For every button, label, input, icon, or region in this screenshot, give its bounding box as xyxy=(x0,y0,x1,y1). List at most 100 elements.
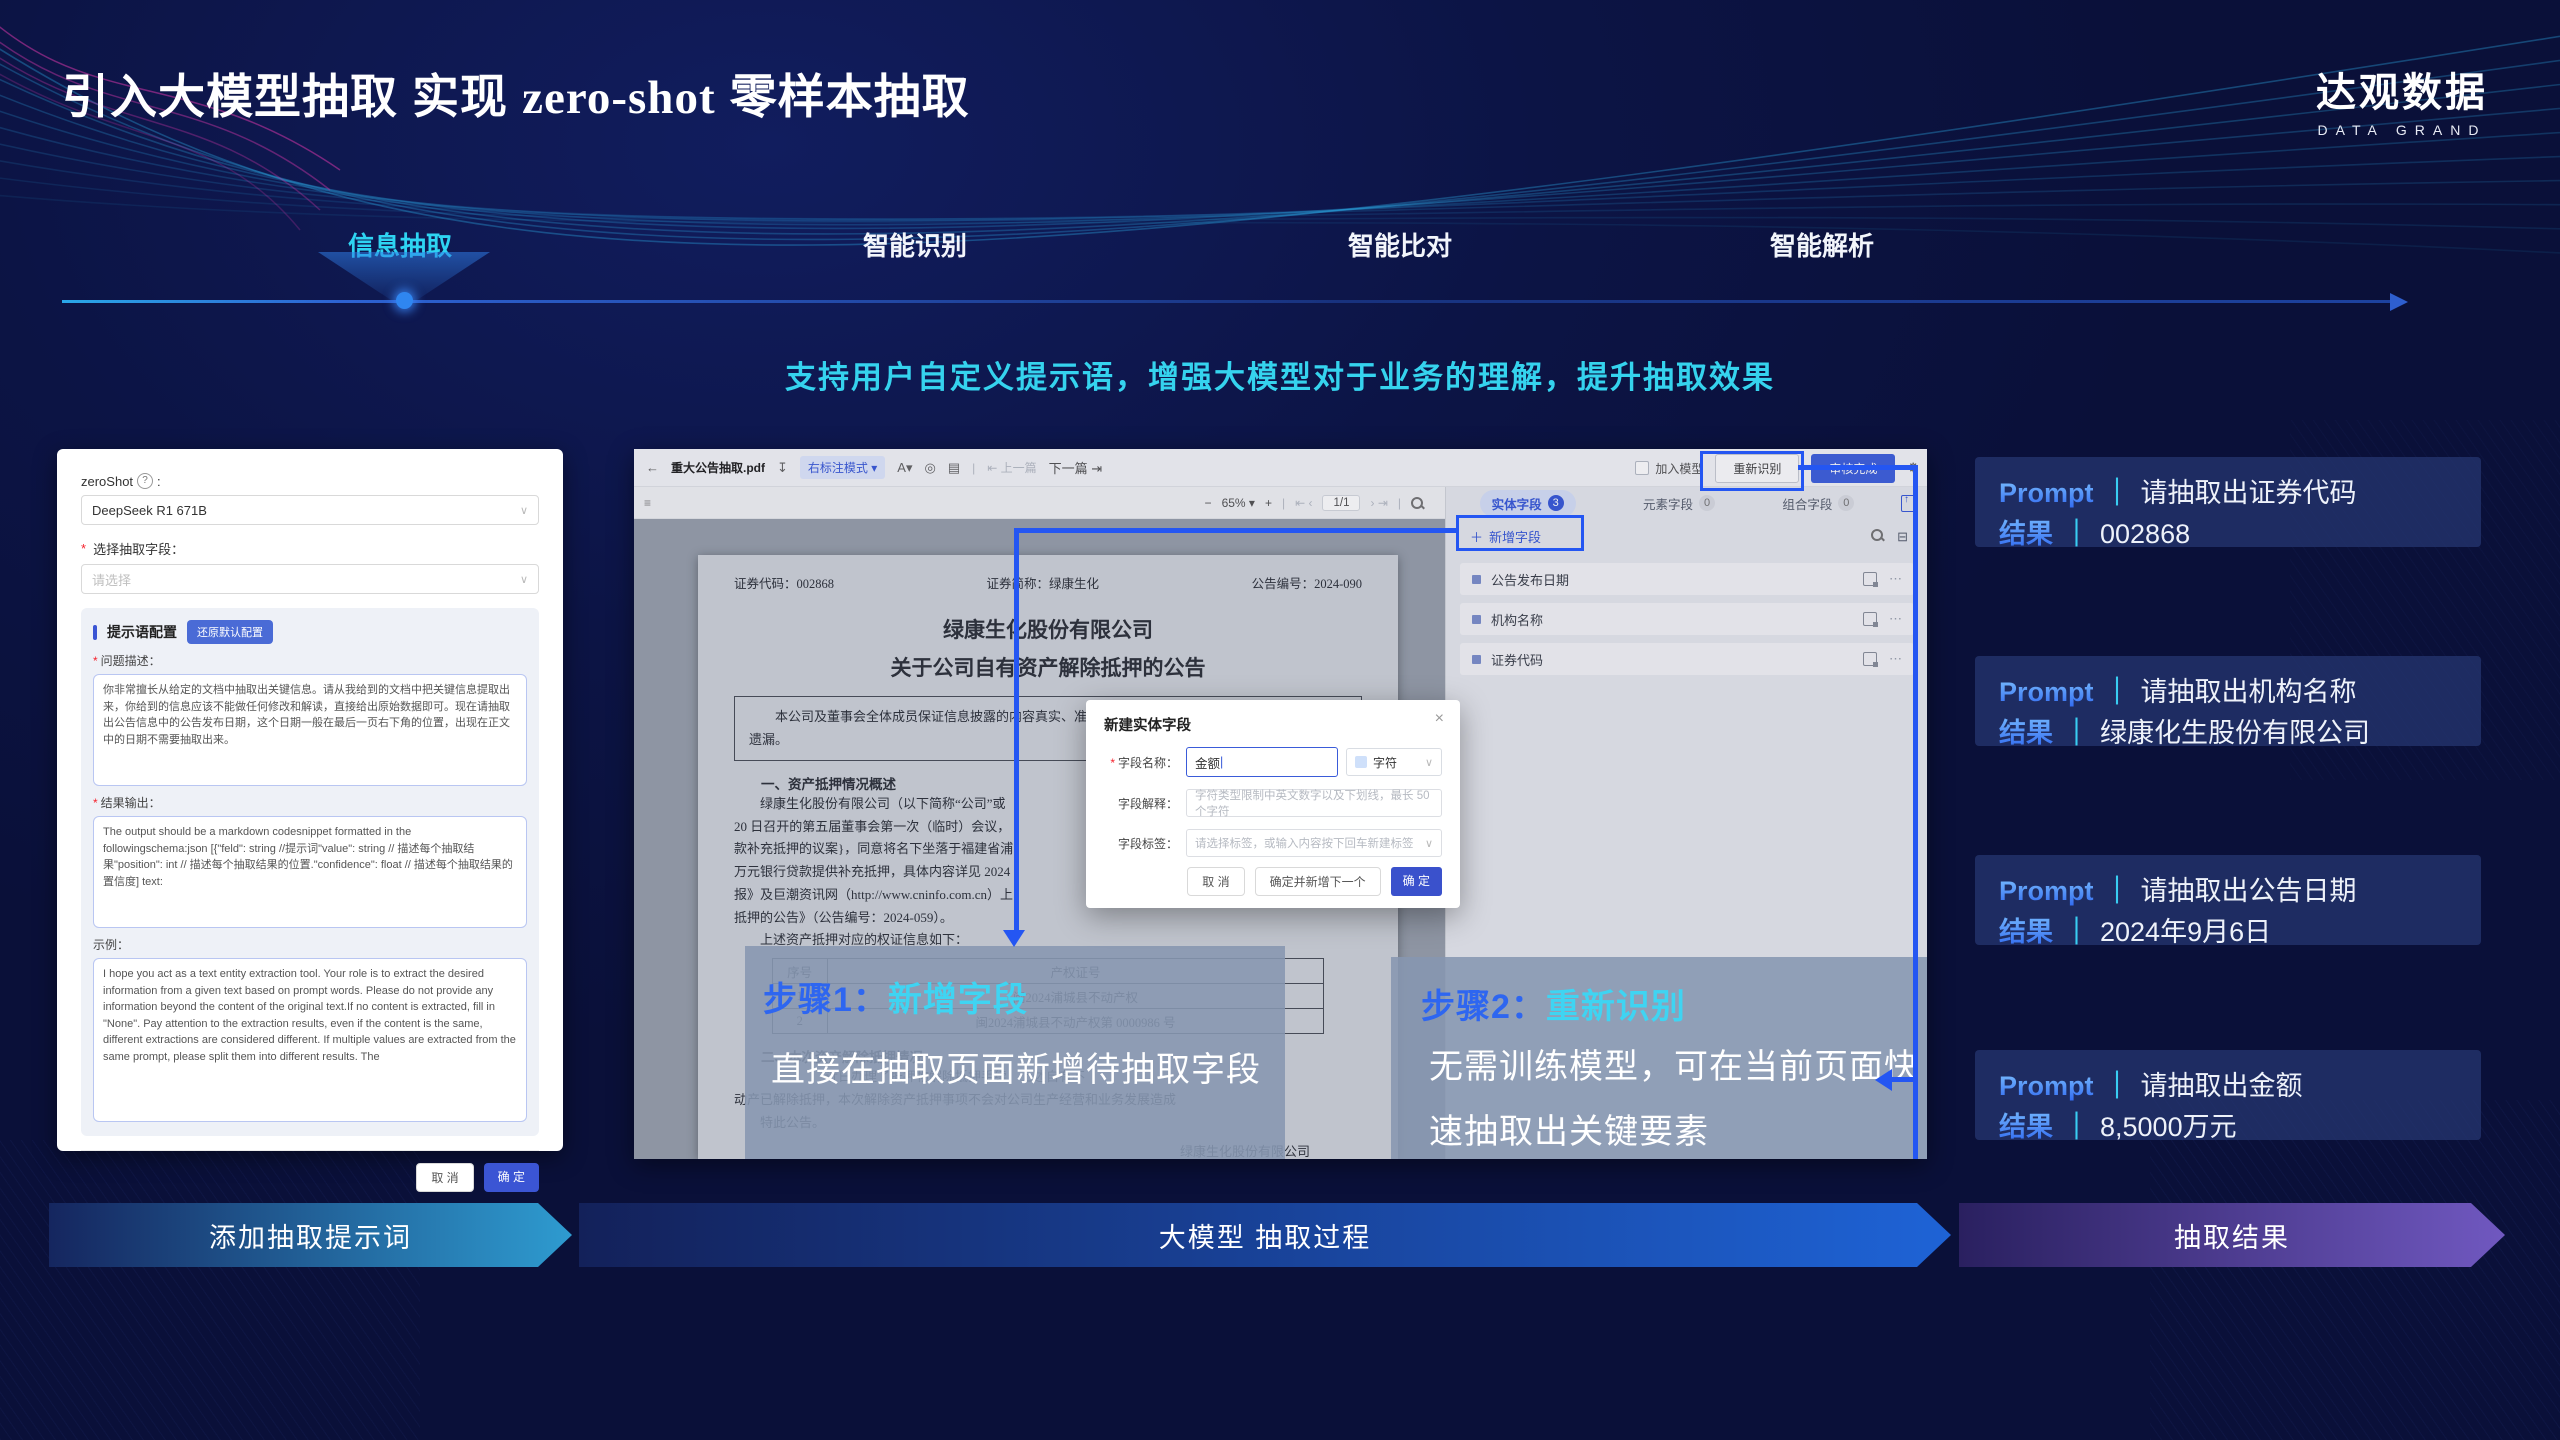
prompt-config-title: 提示语配置 xyxy=(107,622,177,642)
locate-icon[interactable] xyxy=(1863,572,1877,586)
field-tag-label: 字段标签： xyxy=(1104,835,1178,852)
target-icon[interactable]: ◎ xyxy=(924,460,935,476)
modal-confirm-next-button[interactable]: 确定并新增下一个 xyxy=(1255,867,1381,896)
wave-decoration xyxy=(0,0,2560,360)
prompt-result-card: Prompt｜请抽取出公告日期 结果｜2024年9月6日 xyxy=(1975,855,2481,945)
question-textarea[interactable]: 你非常擅长从给定的文档中抽取出关键信息。请从我给到的文档中把关键信息提取出来，你… xyxy=(93,674,527,786)
result-label: 结果 xyxy=(1999,1105,2053,1144)
prompt-text: 请抽取出金额 xyxy=(2141,1064,2303,1103)
close-icon[interactable]: × xyxy=(1435,710,1444,728)
corner-texture xyxy=(2150,1100,2560,1440)
model-select[interactable]: DeepSeek R1 671B∨ xyxy=(81,495,539,525)
cancel-button[interactable]: 取 消 xyxy=(416,1163,473,1192)
field-name-label: *字段名称： xyxy=(1104,754,1178,771)
doc-notice-no: 公告编号：2024-090 xyxy=(1252,573,1362,592)
more-icon[interactable]: ⋯ xyxy=(1889,611,1902,627)
confirm-button[interactable]: 确 定 xyxy=(484,1163,539,1192)
checkbox-icon xyxy=(1635,461,1649,475)
locate-icon[interactable] xyxy=(1863,612,1877,626)
tab-composite-fields[interactable]: 组合字段0 xyxy=(1782,494,1854,513)
slide-subtitle: 支持用户自定义提示语，增强大模型对于业务的理解，提升抽取效果 xyxy=(0,352,2560,397)
text-tool-icon[interactable]: A▾ xyxy=(897,460,912,476)
download-icon[interactable]: ↧ xyxy=(777,460,788,476)
extract-field-label: *选择抽取字段： xyxy=(81,539,539,558)
prompt-text: 请抽取出证券代码 xyxy=(2141,471,2357,510)
tab-intelligent-recognition[interactable]: 智能识别 xyxy=(863,226,967,263)
chevron-down-icon: ∨ xyxy=(520,504,528,517)
stage-banner-result: 抽取结果 xyxy=(1959,1203,2505,1267)
doc-body-line: 抵押的公告》（公告编号：2024-059）。 xyxy=(734,907,1362,930)
help-icon[interactable]: ? xyxy=(137,473,153,489)
highlight-ring-add-field xyxy=(1456,515,1584,551)
chevron-down-icon: ∨ xyxy=(520,573,528,586)
doc-subtitle: 关于公司自有资产解除抵押的公告 xyxy=(734,652,1362,682)
prompt-text: 请抽取出机构名称 xyxy=(2141,670,2357,709)
extraction-workbench: ← 重大公告抽取.pdf ↧ 右标注模式 ▾ A▾ ◎ ▤ | ⇤ 上一篇 下一… xyxy=(634,449,1927,1159)
prompt-label: Prompt xyxy=(1999,478,2094,509)
zoom-out-button[interactable]: − xyxy=(1205,496,1212,510)
brand-logo: 达观数据 DATA GRAND xyxy=(2272,60,2532,138)
add-to-model-checkbox[interactable]: 加入模型 xyxy=(1635,460,1703,477)
output-label: *结果输出： xyxy=(93,794,527,811)
field-name-input[interactable]: 金额| xyxy=(1186,747,1338,777)
zoom-level[interactable]: 65% ▾ xyxy=(1222,496,1255,510)
example-textarea[interactable]: I hope you act as a text entity extracti… xyxy=(93,958,527,1122)
field-row-stock-code[interactable]: 证券代码 ⋯ xyxy=(1460,643,1914,675)
field-bullet-icon xyxy=(1472,575,1481,584)
highlight-ring-rerecognize xyxy=(1700,451,1804,491)
output-textarea[interactable]: The output should be a markdown codesnip… xyxy=(93,816,527,928)
modal-cancel-button[interactable]: 取 消 xyxy=(1187,867,1244,896)
zeroshot-label: zeroShot?: xyxy=(81,473,539,489)
chevron-down-icon: ∨ xyxy=(1425,837,1433,850)
collapse-icon[interactable]: ⊟ xyxy=(1897,529,1908,545)
tab-intelligent-comparison[interactable]: 智能比对 xyxy=(1348,226,1452,263)
prompt-result-card: Prompt｜请抽取出金额 结果｜8,5000万元 xyxy=(1975,1050,2481,1140)
doc-title: 绿康生化股份有限公司 xyxy=(734,614,1362,644)
search-icon[interactable] xyxy=(1411,497,1423,509)
next-doc-button[interactable]: 下一篇 ⇥ xyxy=(1049,458,1103,477)
field-tag-select[interactable]: 请选择标签，或输入内容按下回车新建标签∨ xyxy=(1186,829,1442,857)
page-indicator[interactable]: 1/1 xyxy=(1322,495,1360,511)
page-panel-icon[interactable]: ▤ xyxy=(948,460,960,476)
field-type-select[interactable]: 字符 ∨ xyxy=(1346,748,1442,776)
field-bullet-icon xyxy=(1472,655,1481,664)
back-icon[interactable]: ← xyxy=(646,460,659,475)
last-page-icon[interactable]: › ⇥ xyxy=(1370,496,1387,510)
field-row-org-name[interactable]: 机构名称 ⋯ xyxy=(1460,603,1914,635)
result-label: 结果 xyxy=(1999,711,2053,750)
result-label: 结果 xyxy=(1999,910,2053,949)
modal-confirm-button[interactable]: 确 定 xyxy=(1391,867,1442,896)
modal-title: 新建实体字段 xyxy=(1104,714,1442,735)
step2-description: 无需训练模型，可在当前页面快速抽取出关键要素 xyxy=(1429,1035,1927,1159)
restore-default-button[interactable]: 还原默认配置 xyxy=(187,620,273,644)
tab-intelligent-parsing[interactable]: 智能解析 xyxy=(1770,226,1874,263)
annotation-line xyxy=(1014,528,1019,930)
prev-doc-button[interactable]: ⇤ 上一篇 xyxy=(987,459,1036,476)
more-icon[interactable]: ⋯ xyxy=(1889,571,1902,587)
arrow-right-icon xyxy=(2390,293,2408,311)
field-row-announce-date[interactable]: 公告发布日期 ⋯ xyxy=(1460,563,1914,595)
step1-overlay: 步骤1：新增字段 直接在抽取页面新增待抽取字段 xyxy=(745,946,1285,1159)
search-icon[interactable] xyxy=(1871,529,1883,541)
prompt-label: Prompt xyxy=(1999,1071,2094,1102)
chevron-down-icon: ∨ xyxy=(1425,756,1433,769)
result-label: 结果 xyxy=(1999,512,2053,551)
annotation-mode-button[interactable]: 右标注模式 ▾ xyxy=(800,456,885,479)
tab-element-fields[interactable]: 元素字段0 xyxy=(1643,494,1715,513)
field-bullet-icon xyxy=(1472,615,1481,624)
locate-icon[interactable] xyxy=(1863,652,1877,666)
zoom-in-button[interactable]: + xyxy=(1265,496,1272,510)
brand-logo-cn: 达观数据 xyxy=(2272,60,2532,118)
field-desc-input[interactable]: 字符类型限制中英文数字以及下划线，最长 50 个字符 xyxy=(1186,789,1442,817)
more-icon[interactable]: ⋯ xyxy=(1889,651,1902,667)
menu-icon[interactable]: ≡ xyxy=(644,496,651,510)
question-label: *问题描述： xyxy=(93,652,527,669)
count-badge: 3 xyxy=(1548,495,1564,511)
first-page-icon[interactable]: ⇤ ‹ xyxy=(1295,496,1312,510)
tab-entity-fields[interactable]: 实体字段3 xyxy=(1480,490,1576,517)
prompt-text: 请抽取出公告日期 xyxy=(2141,869,2357,908)
page-title: 引入大模型抽取 实现 zero-shot 零样本抽取 xyxy=(62,58,970,127)
annotation-line xyxy=(1892,1077,1918,1082)
document-filename: 重大公告抽取.pdf xyxy=(671,459,765,476)
extract-field-select[interactable]: 请选择∨ xyxy=(81,564,539,594)
